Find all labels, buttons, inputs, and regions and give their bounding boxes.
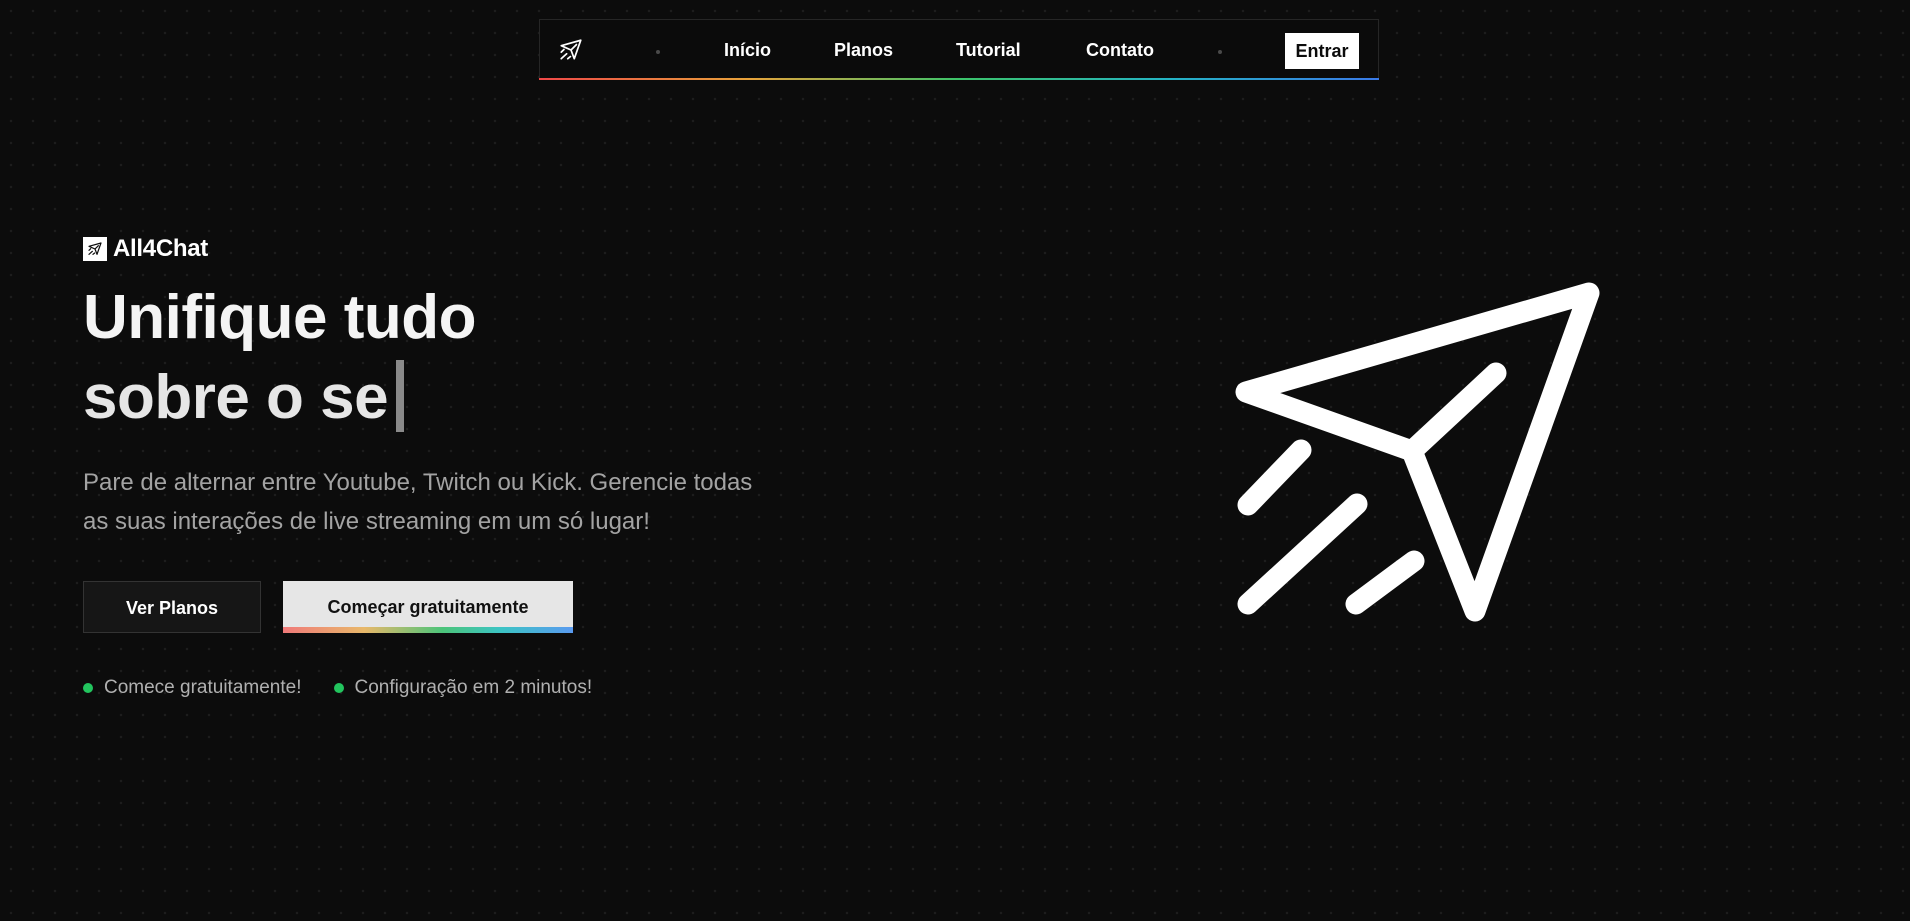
headline-line-1: Unifique tudo (83, 283, 476, 352)
nav-link-tutorial[interactable]: Tutorial (956, 39, 1021, 61)
button-gradient-underline (283, 627, 573, 633)
nav-separator-dot (1218, 50, 1222, 54)
paper-plane-icon[interactable] (558, 37, 584, 63)
login-button[interactable]: Entrar (1285, 33, 1359, 69)
top-navbar: Início Planos Tutorial Contato Entrar (539, 19, 1379, 80)
nav-gradient-underline (539, 78, 1379, 80)
speed-line (1345, 550, 1425, 615)
view-plans-button[interactable]: Ver Planos (83, 581, 261, 633)
brand: All4Chat (83, 235, 208, 262)
hero-subtitle: Pare de alternar entre Youtube, Twitch o… (83, 469, 753, 535)
nav-link-inicio[interactable]: Início (724, 39, 771, 61)
feature-text: Comece gratuitamente! (104, 677, 302, 698)
speed-line (1237, 493, 1368, 615)
feature-list: Comece gratuitamente! Configuração em 2 … (83, 677, 624, 699)
feature-item: Comece gratuitamente! (83, 677, 302, 699)
start-free-label: Começar gratuitamente (327, 597, 529, 617)
nav-link-planos[interactable]: Planos (834, 39, 893, 61)
feature-text: Configuração em 2 minutos! (354, 677, 593, 698)
paper-plane-icon (83, 237, 107, 261)
nav-separator-dot (656, 50, 660, 54)
status-dot (83, 683, 93, 693)
start-free-button[interactable]: Começar gratuitamente (283, 581, 573, 633)
plane-fold (1401, 362, 1507, 462)
headline-line-2: sobre o se (83, 358, 476, 438)
hero-headline: Unifique tudo sobre o se (83, 278, 476, 438)
headline-typed-text: sobre o se (83, 363, 389, 432)
typing-caret (396, 360, 405, 432)
nav-link-contato[interactable]: Contato (1086, 39, 1154, 61)
status-dot (333, 683, 344, 693)
speed-line (1237, 439, 1312, 516)
brand-name: All4Chat (113, 235, 208, 262)
feature-item: Configuração em 2 minutos! (333, 677, 593, 699)
hero-paper-plane-illustration (1232, 281, 1612, 627)
